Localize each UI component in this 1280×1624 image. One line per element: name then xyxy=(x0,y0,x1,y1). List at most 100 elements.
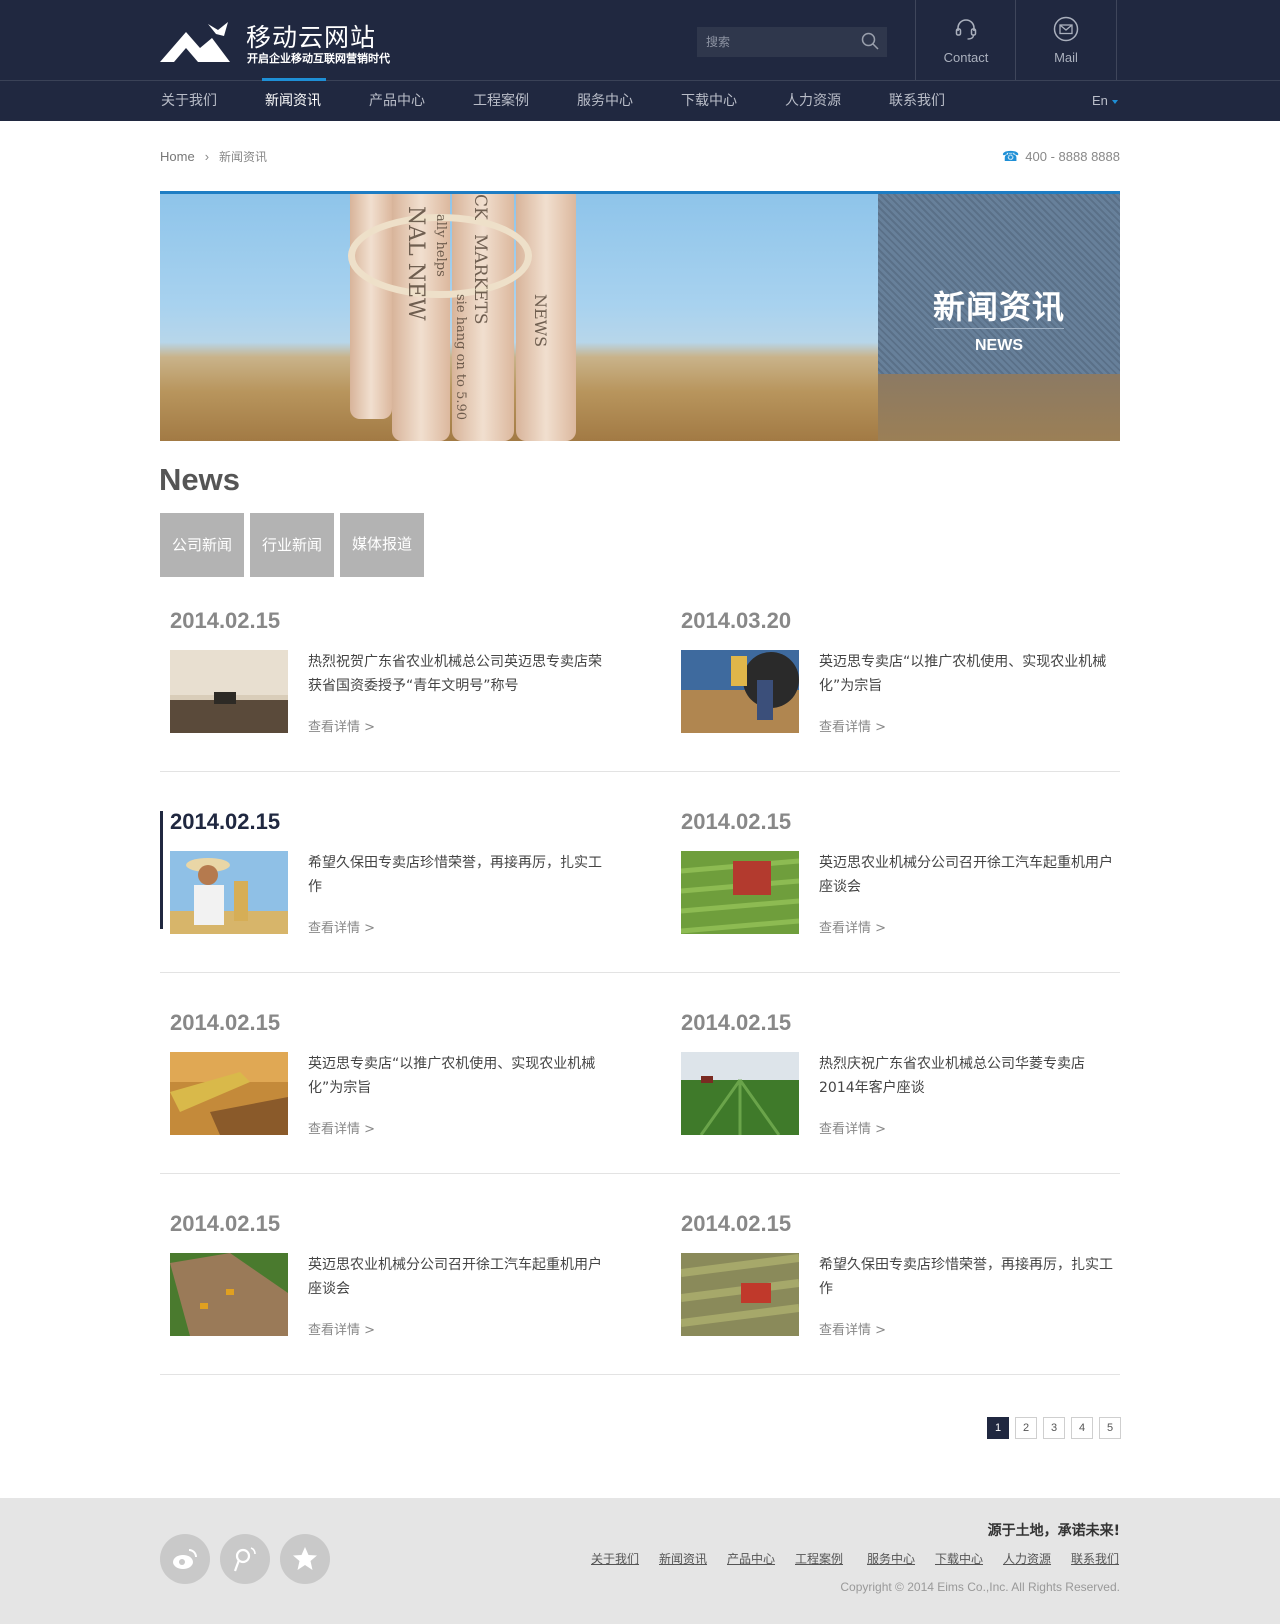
headset-icon xyxy=(955,19,977,40)
read-more-link[interactable]: 查看详情 > xyxy=(819,1319,886,1338)
search-button[interactable] xyxy=(853,27,887,57)
read-more-link[interactable]: 查看详情 > xyxy=(819,917,886,936)
page-button[interactable]: 5 xyxy=(1099,1417,1121,1439)
tab-media-reports[interactable]: 媒体报道 xyxy=(340,513,424,577)
news-thumbnail[interactable] xyxy=(170,1052,288,1135)
telephone-icon: ☎ xyxy=(1001,148,1020,164)
contact-button[interactable]: Contact xyxy=(915,0,1016,80)
mail-icon xyxy=(1053,16,1079,42)
news-item[interactable]: 2014.02.15 希望久保田专卖店珍惜荣誉，再接再厉，扎实工作 查看详情 > xyxy=(160,809,602,949)
news-banner: NAL NEW MARKETS sie hang on to 5.90 NEWS… xyxy=(160,191,1120,444)
banner-subtitle: NEWS xyxy=(975,337,1023,354)
tab-industry-news[interactable]: 行业新闻 xyxy=(250,513,334,577)
news-thumbnail[interactable] xyxy=(170,1253,288,1336)
news-item[interactable]: 2014.02.15 英迈思农业机械分公司召开徐工汽车起重机用户座谈会 查看详情… xyxy=(160,1211,602,1351)
read-more-link[interactable]: 查看详情 > xyxy=(308,1118,375,1137)
tab-company-news[interactable]: 公司新闻 xyxy=(160,513,244,577)
news-title[interactable]: 英迈思专卖店“以推广农机使用、实现农业机械化”为宗旨 xyxy=(308,1052,608,1100)
nav-item-cases[interactable]: 工程案例 xyxy=(473,81,529,121)
footer-link-about[interactable]: 关于我们 xyxy=(591,1550,639,1567)
breadcrumb: Home › 新闻资讯 xyxy=(160,148,267,165)
read-more-link[interactable]: 查看详情 > xyxy=(308,917,375,936)
tencent-weibo-button[interactable] xyxy=(220,1534,270,1584)
news-title[interactable]: 希望久保田专卖店珍惜荣誉，再接再厉，扎实工作 xyxy=(819,1253,1119,1301)
news-date: 2014.02.15 xyxy=(170,809,281,834)
page-button[interactable]: 1 xyxy=(987,1417,1009,1439)
nav-item-news[interactable]: 新闻资讯 xyxy=(265,81,321,121)
nav-item-service[interactable]: 服务中心 xyxy=(577,81,633,121)
main-nav: 关于我们 新闻资讯 产品中心 工程案例 服务中心 下载中心 人力资源 联系我们 xyxy=(0,81,1280,121)
page-button[interactable]: 4 xyxy=(1071,1417,1093,1439)
phone-number: ☎ 400 - 8888 8888 xyxy=(1002,148,1120,165)
nav-item-download[interactable]: 下载中心 xyxy=(681,81,737,121)
newspaper-print: sie hang on to 5.90 xyxy=(453,294,468,421)
breadcrumb-home[interactable]: Home xyxy=(160,149,195,164)
footer-link-service[interactable]: 服务中心 xyxy=(867,1550,915,1567)
row-divider xyxy=(160,1374,1120,1375)
news-item[interactable]: 2014.03.20 英迈思专卖店“以推广农机使用、实现农业机械化”为宗旨 查看… xyxy=(671,608,1111,748)
news-title[interactable]: 热烈庆祝广东省农业机械总公司华菱专卖店2014年客户座谈 xyxy=(819,1052,1119,1100)
news-thumbnail[interactable] xyxy=(681,1253,799,1336)
tencent-weibo-icon xyxy=(233,1547,256,1572)
read-more-link[interactable]: 查看详情 > xyxy=(819,1118,886,1137)
nav-item-hr[interactable]: 人力资源 xyxy=(785,81,841,121)
row-divider xyxy=(160,1173,1120,1174)
banner-title-panel: 新闻资讯 NEWS xyxy=(878,194,1120,441)
site-header: 移动云网站 开启企业移动互联网营销时代 Contact xyxy=(0,0,1280,121)
search-input[interactable] xyxy=(697,27,856,57)
read-more-link[interactable]: 查看详情 > xyxy=(308,1319,375,1338)
mail-button[interactable]: Mail xyxy=(1015,0,1117,80)
favorite-button[interactable] xyxy=(280,1534,330,1584)
news-title[interactable]: 希望久保田专卖店珍惜荣誉，再接再厉，扎实工作 xyxy=(308,851,608,899)
caret-down-icon xyxy=(1111,99,1118,104)
news-item[interactable]: 2014.02.15 英迈思农业机械分公司召开徐工汽车起重机用户座谈会 查看详情… xyxy=(671,809,1113,949)
news-title[interactable]: 英迈思专卖店“以推广农机使用、实现农业机械化”为宗旨 xyxy=(819,650,1119,698)
footer-link-products[interactable]: 产品中心 xyxy=(727,1550,775,1567)
news-item[interactable]: 2014.02.15 热烈庆祝广东省农业机械总公司华菱专卖店2014年客户座谈 … xyxy=(671,1010,1111,1150)
news-date: 2014.03.20 xyxy=(681,608,792,633)
news-thumbnail[interactable] xyxy=(170,851,288,934)
favorite-star-icon xyxy=(293,1547,317,1570)
news-item[interactable]: 2014.02.15 热烈祝贺广东省农业机械总公司英迈思专卖店荣获省国资委授予“… xyxy=(160,608,602,748)
news-title[interactable]: 英迈思农业机械分公司召开徐工汽车起重机用户座谈会 xyxy=(819,851,1119,899)
footer-link-download[interactable]: 下载中心 xyxy=(935,1550,983,1567)
footer-link-hr[interactable]: 人力资源 xyxy=(1003,1550,1051,1567)
nav-item-contact[interactable]: 联系我们 xyxy=(889,81,945,121)
footer-link-contact[interactable]: 联系我们 xyxy=(1071,1550,1119,1567)
footer-link-news[interactable]: 新闻资讯 xyxy=(659,1550,707,1567)
pagination: 1 2 3 4 5 xyxy=(987,1417,1121,1439)
newspaper-print: ally helps xyxy=(433,214,448,277)
news-thumbnail[interactable] xyxy=(681,1052,799,1135)
nav-item-about[interactable]: 关于我们 xyxy=(161,81,217,121)
read-more-link[interactable]: 查看详情 > xyxy=(819,716,886,735)
news-title[interactable]: 英迈思农业机械分公司召开徐工汽车起重机用户座谈会 xyxy=(308,1253,608,1301)
footer-link-cases[interactable]: 工程案例 xyxy=(795,1550,843,1567)
newspaper-print: CK xyxy=(470,194,490,220)
phone-text: 400 - 8888 8888 xyxy=(1025,149,1120,164)
site-footer: 源于土地，承诺未来! 关于我们 新闻资讯 产品中心 工程案例 服务中心 下载中心… xyxy=(0,1498,1280,1624)
page-button[interactable]: 2 xyxy=(1015,1417,1037,1439)
footer-slogan: 源于土地，承诺未来! xyxy=(987,1523,1120,1539)
contact-label: Contact xyxy=(943,50,989,65)
header-top-bar: 移动云网站 开启企业移动互联网营销时代 Contact xyxy=(0,0,1280,81)
news-item[interactable]: 2014.02.15 希望久保田专卖店珍惜荣誉，再接再厉，扎实工作 查看详情 > xyxy=(671,1211,1113,1351)
news-title[interactable]: 热烈祝贺广东省农业机械总公司英迈思专卖店荣获省国资委授予“青年文明号”称号 xyxy=(308,650,608,698)
nav-item-products[interactable]: 产品中心 xyxy=(369,81,425,121)
weibo-button[interactable] xyxy=(160,1534,210,1584)
news-thumbnail[interactable] xyxy=(170,650,288,733)
site-tagline: 开启企业移动互联网营销时代 xyxy=(247,52,390,65)
newspaper-print: NAL NEW xyxy=(403,206,428,321)
news-thumbnail[interactable] xyxy=(681,851,799,934)
site-logo[interactable]: 移动云网站 开启企业移动互联网营销时代 xyxy=(160,18,400,68)
site-name: 移动云网站 xyxy=(246,23,377,52)
read-more-link[interactable]: 查看详情 > xyxy=(308,716,375,735)
news-item[interactable]: 2014.02.15 英迈思专卖店“以推广农机使用、实现农业机械化”为宗旨 查看… xyxy=(160,1010,600,1150)
banner-divider xyxy=(934,328,1064,329)
news-date: 2014.02.15 xyxy=(681,1211,792,1236)
banner-title: 新闻资讯 xyxy=(932,288,1065,326)
news-thumbnail[interactable] xyxy=(681,650,799,733)
page-button[interactable]: 3 xyxy=(1043,1417,1065,1439)
language-switcher[interactable]: En xyxy=(1092,81,1118,121)
row-divider xyxy=(160,771,1120,772)
row-divider xyxy=(160,972,1120,973)
